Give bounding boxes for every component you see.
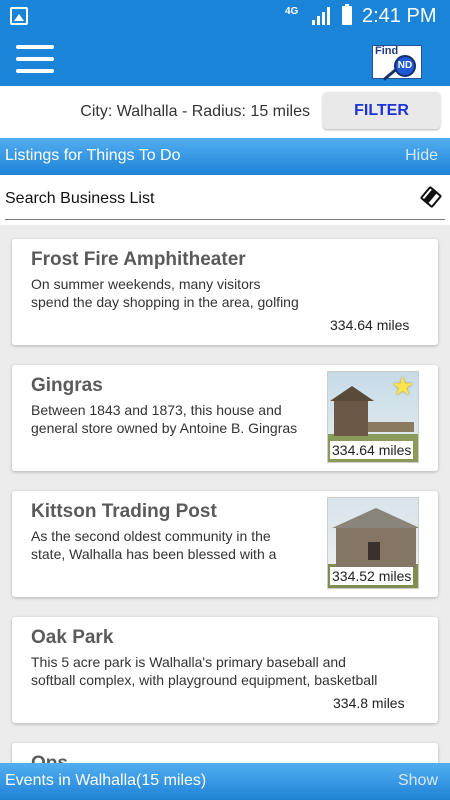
description-line: spend the day shopping in the area, golf…	[31, 294, 299, 310]
find-nd-logo[interactable]: Find ND	[370, 41, 426, 81]
favorite-star-icon[interactable]: ★	[391, 373, 415, 399]
description-line: As the second oldest community in the	[31, 528, 271, 544]
listing-thumbnail: 334.52 miles	[327, 497, 419, 589]
list-item[interactable]: Kittson Trading Post As the second oldes…	[12, 491, 438, 597]
listing-name: Frost Fire Amphitheater	[31, 249, 246, 270]
menu-icon[interactable]	[16, 43, 54, 75]
network-type: 4G	[285, 6, 299, 17]
description-line: On summer weekends, many visitors	[31, 276, 261, 292]
logo-badge: ND	[394, 55, 416, 77]
battery-icon	[342, 4, 352, 25]
description-line: Between 1843 and 1873, this house and	[31, 402, 282, 418]
listing-name: Gingras	[31, 375, 103, 396]
show-button[interactable]: Show	[398, 772, 438, 790]
events-footer: Events in Walhalla(15 miles) Show	[0, 763, 450, 800]
listing-description: This 5 acre park is Walhalla's primary b…	[31, 653, 377, 689]
filter-bar: City: Walhalla - Radius: 15 miles FILTER	[0, 86, 450, 138]
hide-button[interactable]: Hide	[405, 147, 438, 165]
status-bar: 4G 2:41 PM	[0, 0, 450, 33]
description-line: This 5 acre park is Walhalla's primary b…	[31, 654, 346, 670]
events-title: Events in Walhalla(15 miles)	[5, 772, 207, 789]
clock: 2:41 PM	[362, 5, 437, 27]
list-item[interactable]: Gingras Between 1843 and 1873, this hous…	[12, 365, 438, 471]
list-item[interactable]: Frost Fire Amphitheater On summer weeken…	[12, 239, 438, 345]
logo-text: Find	[375, 45, 399, 57]
image-notification-icon	[10, 7, 28, 25]
description-line: general store owned by Antoine B. Gingra…	[31, 420, 298, 436]
listing-name: Kittson Trading Post	[31, 501, 217, 522]
description-line: state, Walhalla has been blessed with a	[31, 546, 277, 562]
listing-distance: 334.52 miles	[330, 567, 414, 585]
listing-distance: 334.64 miles	[330, 317, 410, 333]
listing-name: Oak Park	[31, 627, 114, 648]
listings-title: Listings for Things To Do	[5, 147, 181, 164]
filter-button[interactable]: FILTER	[323, 92, 440, 129]
city-radius-label: City: Walhalla - Radius: 15 miles	[80, 103, 310, 120]
search-row: Search Business List	[0, 175, 450, 225]
clear-search-icon[interactable]	[419, 185, 443, 209]
listing-distance: 334.8 miles	[333, 695, 405, 711]
listings-list[interactable]: Frost Fire Amphitheater On summer weeken…	[0, 225, 450, 765]
description-line: softball complex, with playground equipm…	[31, 672, 378, 688]
listing-description: As the second oldest community in the st…	[31, 527, 276, 563]
list-item[interactable]: Oak Park This 5 acre park is Walhalla's …	[12, 617, 438, 723]
app-bar: Find ND	[0, 33, 450, 86]
listings-header: Listings for Things To Do Hide	[0, 138, 450, 175]
search-input[interactable]: Search Business List	[5, 185, 445, 220]
listing-distance: 334.64 miles	[330, 441, 414, 459]
listing-thumbnail: ★ 334.64 miles	[327, 371, 419, 463]
listing-description: Between 1843 and 1873, this house and ge…	[31, 401, 297, 437]
list-item[interactable]: Ops	[12, 743, 438, 765]
signal-icon	[312, 7, 332, 25]
listing-description: On summer weekends, many visitors spend …	[31, 275, 299, 311]
search-placeholder: Search Business List	[5, 190, 155, 207]
